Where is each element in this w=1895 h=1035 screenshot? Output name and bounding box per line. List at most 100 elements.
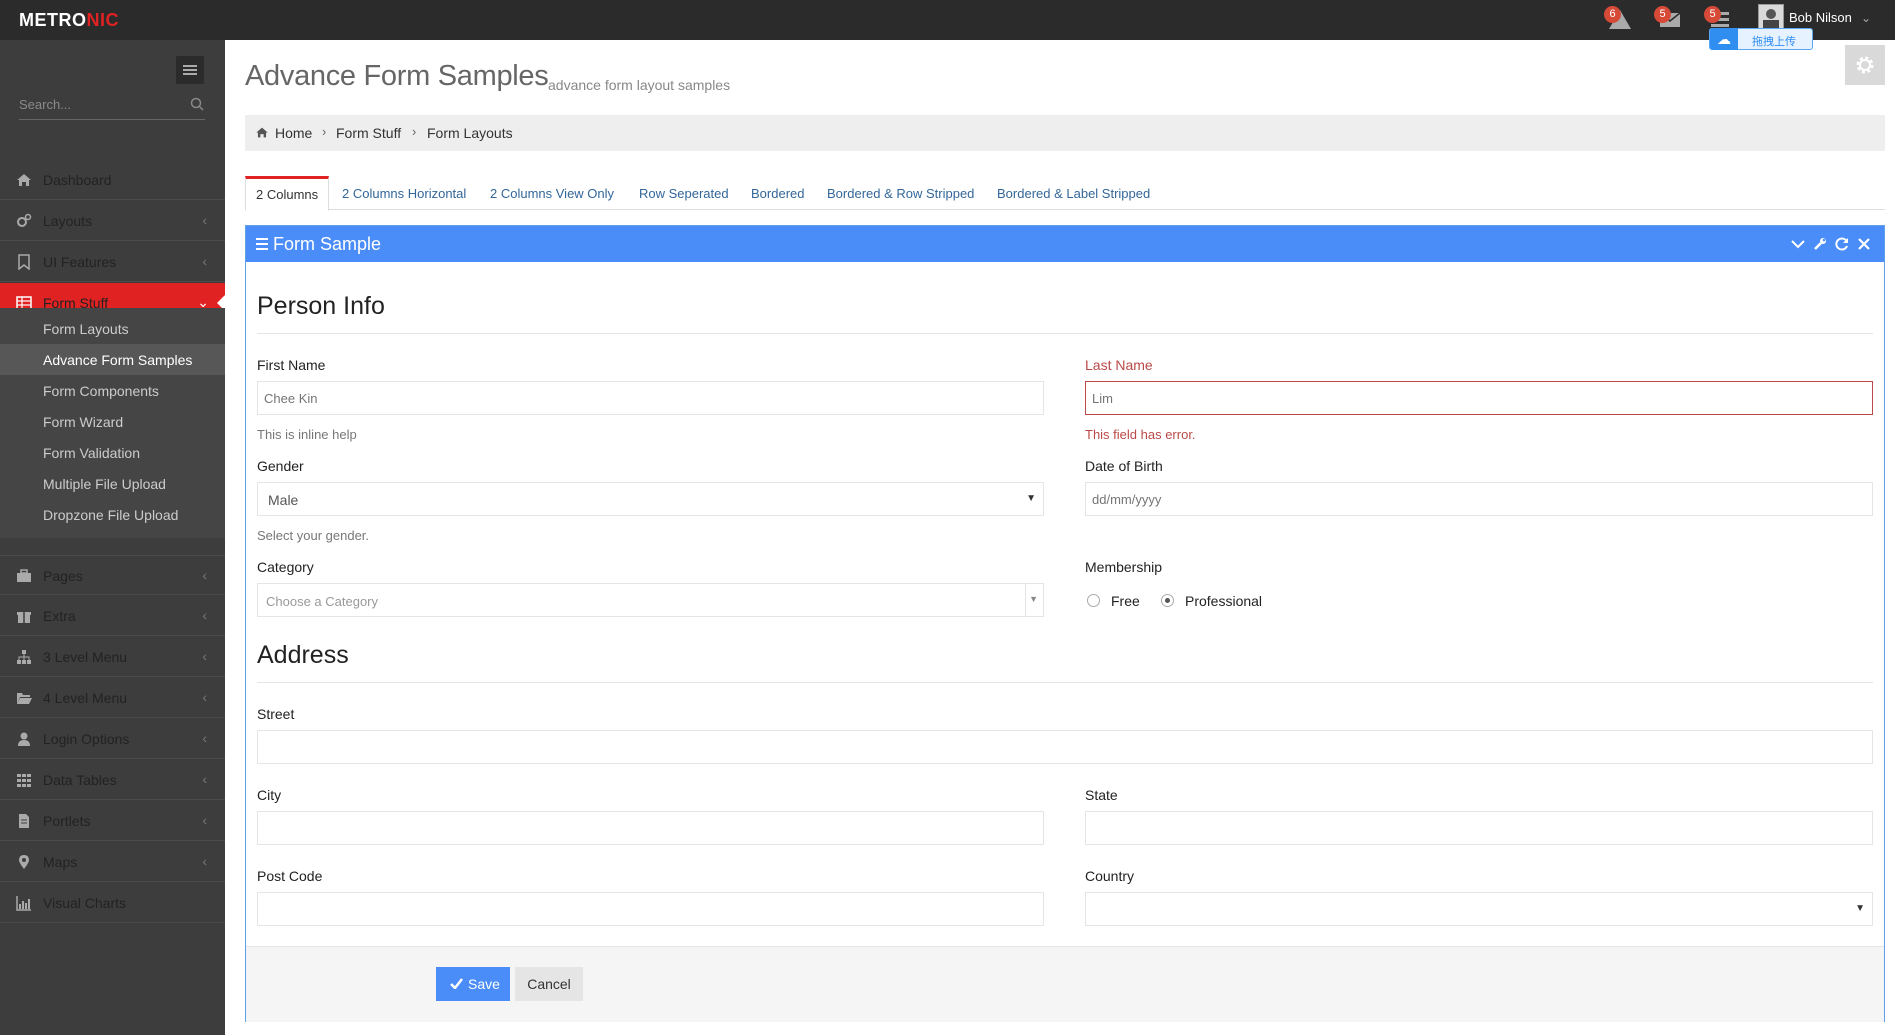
first-name-input[interactable]: [257, 381, 1044, 415]
sidebar-item-label: Visual Charts: [43, 895, 127, 911]
upload-widget[interactable]: ☁ 拖拽上传: [1709, 28, 1813, 50]
caret-down-icon: ▼: [1855, 903, 1865, 914]
check-icon: [450, 978, 463, 989]
breadcrumb: Home › Form Stuff › Form Layouts: [245, 115, 1885, 151]
sidebar-item-portlets[interactable]: Portlets ‹: [0, 801, 225, 841]
state-label: State: [1085, 787, 1118, 803]
sidebar-item-label: Extra: [43, 608, 76, 624]
tab-2-columns[interactable]: 2 Columns: [245, 176, 330, 211]
submenu-item-dropzone-file-upload[interactable]: Dropzone File Upload: [0, 499, 225, 530]
sidebar-item-pages[interactable]: Pages ‹: [0, 555, 225, 595]
chevron-down-icon[interactable]: ⌄: [1861, 11, 1871, 25]
home-icon: [256, 127, 268, 138]
radio-button[interactable]: [1087, 594, 1100, 607]
sidebar-item-label: Data Tables: [43, 772, 117, 788]
layout-tabs: 2 Columns 2 Columns Horizontal 2 Columns…: [245, 176, 1885, 211]
chevron-left-icon: ‹: [202, 648, 207, 664]
submenu-item-form-validation[interactable]: Form Validation: [0, 437, 225, 468]
sidebar-item-ui-features[interactable]: UI Features ‹: [0, 242, 225, 282]
avatar[interactable]: [1758, 4, 1784, 30]
gender-label: Gender: [257, 458, 304, 474]
last-name-label: Last Name: [1085, 357, 1153, 373]
sidebar-item-data-tables[interactable]: Data Tables ‹: [0, 760, 225, 800]
divider: [257, 682, 1873, 683]
sidebar-item-label: Pages: [43, 568, 83, 584]
sidebar-item-login-options[interactable]: Login Options ‹: [0, 719, 225, 759]
submenu-item-form-layouts[interactable]: Form Layouts: [0, 313, 225, 344]
bar-chart-icon: [16, 896, 31, 911]
inbox-dropdown[interactable]: 5: [1654, 6, 1682, 32]
sidebar-toggle-button[interactable]: [176, 56, 204, 84]
close-icon[interactable]: [1856, 236, 1872, 252]
radio-button-selected[interactable]: [1161, 594, 1174, 607]
membership-label: Membership: [1085, 559, 1163, 575]
caret-down-icon: ▼: [1029, 594, 1038, 604]
portlet-title: Form Sample: [273, 234, 382, 254]
wrench-icon[interactable]: [1812, 236, 1828, 252]
gender-select[interactable]: Male ▼: [257, 482, 1044, 516]
tab-bordered-row-stripped[interactable]: Bordered & Row Stripped: [817, 176, 984, 210]
city-label: City: [257, 787, 282, 803]
sidebar-item-extra[interactable]: Extra ‹: [0, 596, 225, 636]
top-navbar: METRONIC 6 5 5 Bob Nilson ⌄: [0, 0, 1895, 40]
category-placeholder: Choose a Category: [266, 594, 379, 609]
chevron-left-icon: ‹: [202, 771, 207, 787]
country-select[interactable]: ▼: [1085, 892, 1873, 926]
person-info-heading: Person Info: [257, 292, 385, 320]
tab-row-seperated[interactable]: Row Seperated: [629, 176, 739, 210]
chevron-left-icon: ‹: [202, 853, 207, 869]
sidebar-item-maps[interactable]: Maps ‹: [0, 842, 225, 882]
tab-bordered-label-stripped[interactable]: Bordered & Label Stripped: [987, 176, 1160, 210]
street-label: Street: [257, 706, 295, 722]
sidebar-item-4-level-menu[interactable]: 4 Level Menu ‹: [0, 678, 225, 718]
collapse-icon[interactable]: [1790, 236, 1806, 252]
sidebar-item-3-level-menu[interactable]: 3 Level Menu ‹: [0, 637, 225, 677]
logo[interactable]: METRONIC: [19, 10, 119, 31]
inbox-badge: 5: [1654, 6, 1671, 23]
sidebar-item-label: UI Features: [43, 254, 117, 270]
submenu-item-form-components[interactable]: Form Components: [0, 375, 225, 406]
cancel-button[interactable]: Cancel: [515, 967, 583, 1001]
breadcrumb-form-layouts[interactable]: Form Layouts: [427, 125, 513, 141]
search-input[interactable]: [19, 97, 179, 112]
city-input[interactable]: [257, 811, 1044, 845]
tab-2-columns-horizontal[interactable]: 2 Columns Horizontal: [332, 176, 476, 210]
submenu-item-form-wizard[interactable]: Form Wizard: [0, 406, 225, 437]
category-select[interactable]: Choose a Category ▼: [257, 583, 1044, 617]
tab-bordered[interactable]: Bordered: [741, 176, 814, 210]
dob-input[interactable]: [1085, 482, 1873, 516]
submenu-item-multiple-file-upload[interactable]: Multiple File Upload: [0, 468, 225, 499]
last-name-input[interactable]: [1085, 381, 1873, 415]
save-button[interactable]: Save: [436, 967, 510, 1001]
chevron-left-icon: ‹: [202, 730, 207, 746]
portlet-header: Form Sample: [246, 226, 1884, 262]
sidebar-item-visual-charts[interactable]: Visual Charts: [0, 883, 225, 923]
sidebar-item-layouts[interactable]: Layouts ‹: [0, 201, 225, 241]
postcode-input[interactable]: [257, 892, 1044, 926]
sidebar-item-dashboard[interactable]: Dashboard: [0, 160, 225, 200]
breadcrumb-form-stuff[interactable]: Form Stuff: [336, 125, 401, 141]
sidebar-item-label: Dashboard: [43, 172, 112, 188]
file-text-icon: [19, 814, 29, 828]
state-input[interactable]: [1085, 811, 1873, 845]
first-name-label: First Name: [257, 357, 326, 373]
tab-2-columns-view-only[interactable]: 2 Columns View Only: [480, 176, 624, 210]
sidebar-item-label: Maps: [43, 854, 78, 870]
caret-down-icon: ▼: [1026, 493, 1036, 504]
sidebar-item-label: 4 Level Menu: [43, 690, 128, 706]
notification-badge: 6: [1604, 6, 1621, 23]
user-name[interactable]: Bob Nilson: [1789, 10, 1852, 25]
gift-icon: [17, 612, 31, 623]
theme-settings-button[interactable]: [1845, 45, 1885, 85]
form-stuff-submenu: Form Layouts Advance Form Samples Form C…: [0, 308, 225, 538]
chevron-left-icon: ‹: [202, 253, 207, 269]
street-input[interactable]: [257, 730, 1873, 764]
chevron-left-icon: ‹: [202, 567, 207, 583]
search-icon[interactable]: [189, 96, 205, 114]
notification-bell[interactable]: 6: [1604, 6, 1632, 32]
map-marker-icon: [19, 855, 29, 869]
submenu-item-advance-form-samples[interactable]: Advance Form Samples: [0, 344, 225, 375]
breadcrumb-home[interactable]: Home: [275, 125, 312, 141]
reload-icon[interactable]: [1834, 236, 1850, 252]
radio-label: Professional: [1185, 593, 1263, 609]
